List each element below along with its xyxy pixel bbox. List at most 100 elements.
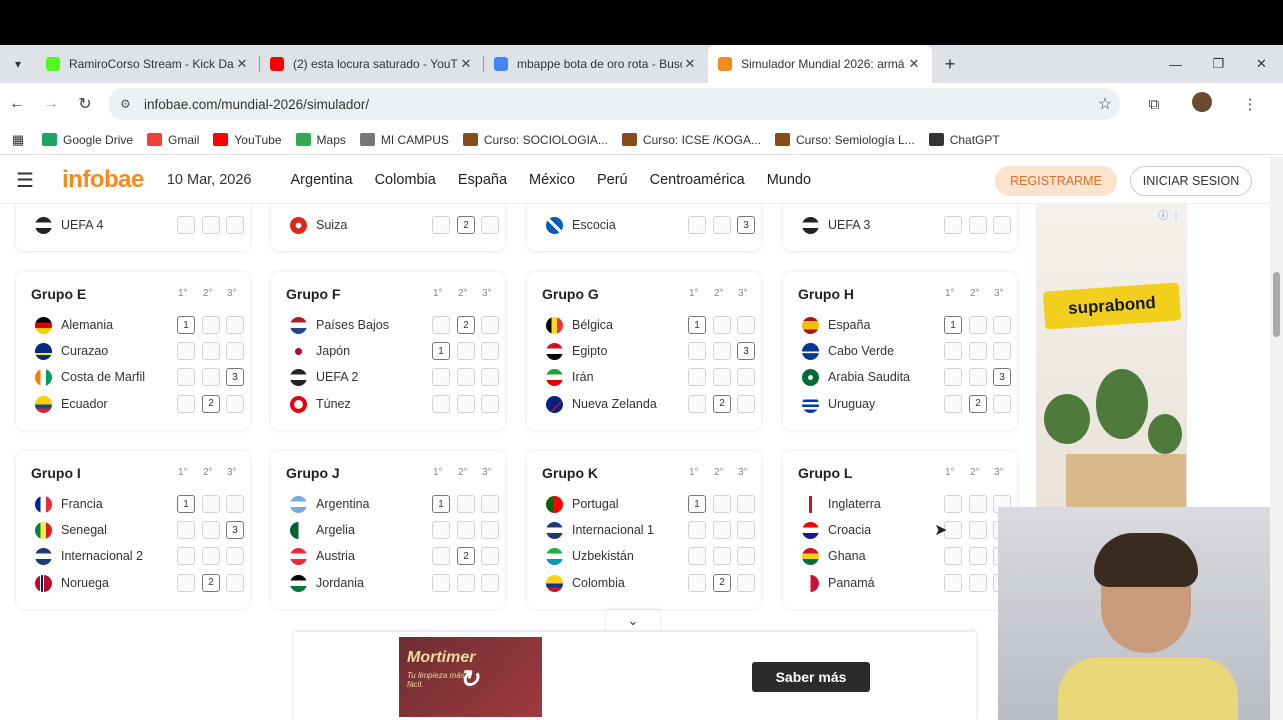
position-checkbox[interactable] (969, 547, 987, 566)
omnibox[interactable]: ⚙ infobae.com/mundial-2026/simulador/ ☆ (108, 88, 1120, 120)
bookmark-item[interactable]: YouTube (213, 133, 282, 147)
position-checkbox[interactable]: 3 (226, 521, 244, 540)
scrollbar-thumb[interactable] (1273, 272, 1280, 337)
position-checkbox[interactable] (177, 342, 195, 361)
position-checkbox[interactable]: 2 (969, 394, 987, 413)
position-checkbox[interactable] (457, 394, 475, 413)
position-checkbox[interactable]: 2 (457, 216, 475, 234)
position-checkbox[interactable] (737, 495, 755, 513)
position-checkbox[interactable] (944, 573, 962, 592)
position-checkbox[interactable] (432, 573, 450, 592)
position-checkbox[interactable] (969, 316, 987, 334)
position-checkbox[interactable]: 2 (713, 394, 731, 413)
position-checkbox[interactable] (944, 547, 962, 566)
position-checkbox[interactable] (944, 495, 962, 513)
position-checkbox[interactable] (177, 573, 195, 592)
position-checkbox[interactable] (713, 342, 731, 361)
position-checkbox[interactable] (177, 521, 195, 540)
position-checkbox[interactable] (226, 495, 244, 513)
position-checkbox[interactable]: 1 (944, 316, 962, 334)
position-checkbox[interactable] (969, 342, 987, 361)
position-checkbox[interactable] (737, 394, 755, 413)
position-checkbox[interactable] (432, 521, 450, 540)
position-checkbox[interactable] (969, 573, 987, 592)
browser-tab[interactable]: Simulador Mundial 2026: armá ✕ (708, 45, 932, 83)
position-checkbox[interactable] (202, 316, 220, 334)
position-checkbox[interactable] (177, 216, 195, 234)
position-checkbox[interactable] (481, 216, 499, 234)
position-checkbox[interactable] (432, 216, 450, 234)
position-checkbox[interactable] (202, 521, 220, 540)
bookmark-item[interactable]: MI CAMPUS (359, 133, 449, 147)
position-checkbox[interactable] (688, 342, 706, 361)
position-checkbox[interactable] (993, 394, 1011, 413)
position-checkbox[interactable] (481, 547, 499, 566)
position-checkbox[interactable] (432, 368, 450, 387)
nav-link[interactable]: Mundo (767, 172, 811, 188)
url-text[interactable]: infobae.com/mundial-2026/simulador/ (144, 97, 1090, 112)
position-checkbox[interactable]: 3 (737, 342, 755, 361)
minimize-icon[interactable]: — (1154, 45, 1197, 83)
nav-link[interactable]: España (458, 172, 507, 188)
side-ad[interactable]: ⓘ ⋮ suprabond (1036, 204, 1187, 508)
bottom-ad-banner[interactable]: Mortimer Tu limpieza más fácil. ↻ Saber … (294, 632, 976, 720)
login-button[interactable]: INICIAR SESION (1130, 166, 1252, 196)
position-checkbox[interactable] (969, 368, 987, 387)
position-checkbox[interactable] (993, 216, 1011, 234)
browser-tab[interactable]: (2) esta locura saturado - YouTube✕ (260, 45, 484, 83)
position-checkbox[interactable] (944, 394, 962, 413)
position-checkbox[interactable] (737, 368, 755, 387)
position-checkbox[interactable]: 1 (688, 316, 706, 334)
site-info-icon[interactable]: ⚙ (120, 97, 144, 111)
position-checkbox[interactable] (713, 495, 731, 513)
reload-icon[interactable]: ↻ (68, 94, 102, 114)
position-checkbox[interactable]: 2 (713, 573, 731, 592)
position-checkbox[interactable] (432, 547, 450, 566)
position-checkbox[interactable]: 1 (177, 316, 195, 334)
position-checkbox[interactable] (457, 495, 475, 513)
position-checkbox[interactable] (944, 368, 962, 387)
position-checkbox[interactable] (944, 342, 962, 361)
profile-avatar[interactable] (1178, 92, 1226, 116)
position-checkbox[interactable] (226, 573, 244, 592)
position-checkbox[interactable]: 2 (457, 547, 475, 566)
close-window-icon[interactable]: ✕ (1240, 45, 1283, 83)
position-checkbox[interactable] (457, 342, 475, 361)
position-checkbox[interactable] (969, 495, 987, 513)
tab-search-icon[interactable]: ▾ (0, 45, 36, 83)
close-tab-icon[interactable]: ✕ (458, 56, 474, 72)
position-checkbox[interactable] (226, 394, 244, 413)
position-checkbox[interactable] (202, 495, 220, 513)
position-checkbox[interactable] (688, 547, 706, 566)
position-checkbox[interactable]: 1 (432, 495, 450, 513)
position-checkbox[interactable] (688, 368, 706, 387)
bookmark-item[interactable]: Maps (295, 133, 346, 147)
position-checkbox[interactable]: 1 (688, 495, 706, 513)
position-checkbox[interactable] (944, 216, 962, 234)
position-checkbox[interactable] (713, 316, 731, 334)
position-checkbox[interactable] (481, 495, 499, 513)
replay-icon[interactable]: ↻ (459, 665, 479, 694)
position-checkbox[interactable] (737, 547, 755, 566)
mortimer-ad-image[interactable]: Mortimer Tu limpieza más fácil. ↻ (399, 637, 542, 717)
position-checkbox[interactable] (481, 394, 499, 413)
apps-grid-icon[interactable]: ▦ (0, 132, 36, 148)
infobae-logo[interactable]: infobae (62, 166, 144, 194)
position-checkbox[interactable] (737, 316, 755, 334)
position-checkbox[interactable]: 2 (202, 573, 220, 592)
collapse-ad-chevron-icon[interactable]: ⌄ (606, 610, 660, 632)
position-checkbox[interactable] (202, 342, 220, 361)
position-checkbox[interactable] (226, 547, 244, 566)
position-checkbox[interactable] (481, 521, 499, 540)
position-checkbox[interactable] (226, 342, 244, 361)
position-checkbox[interactable] (737, 521, 755, 540)
nav-link[interactable]: Argentina (291, 172, 353, 188)
browser-tab[interactable]: mbappe bota de oro rota - Busca ✕ (484, 45, 708, 83)
position-checkbox[interactable]: 3 (993, 368, 1011, 387)
position-checkbox[interactable] (226, 316, 244, 334)
position-checkbox[interactable] (993, 316, 1011, 334)
bookmark-item[interactable]: Curso: Semiología L... (774, 133, 915, 147)
bookmark-item[interactable]: Curso: ICSE /KOGA... (621, 133, 761, 147)
position-checkbox[interactable] (713, 216, 731, 234)
nav-link[interactable]: Perú (597, 172, 628, 188)
